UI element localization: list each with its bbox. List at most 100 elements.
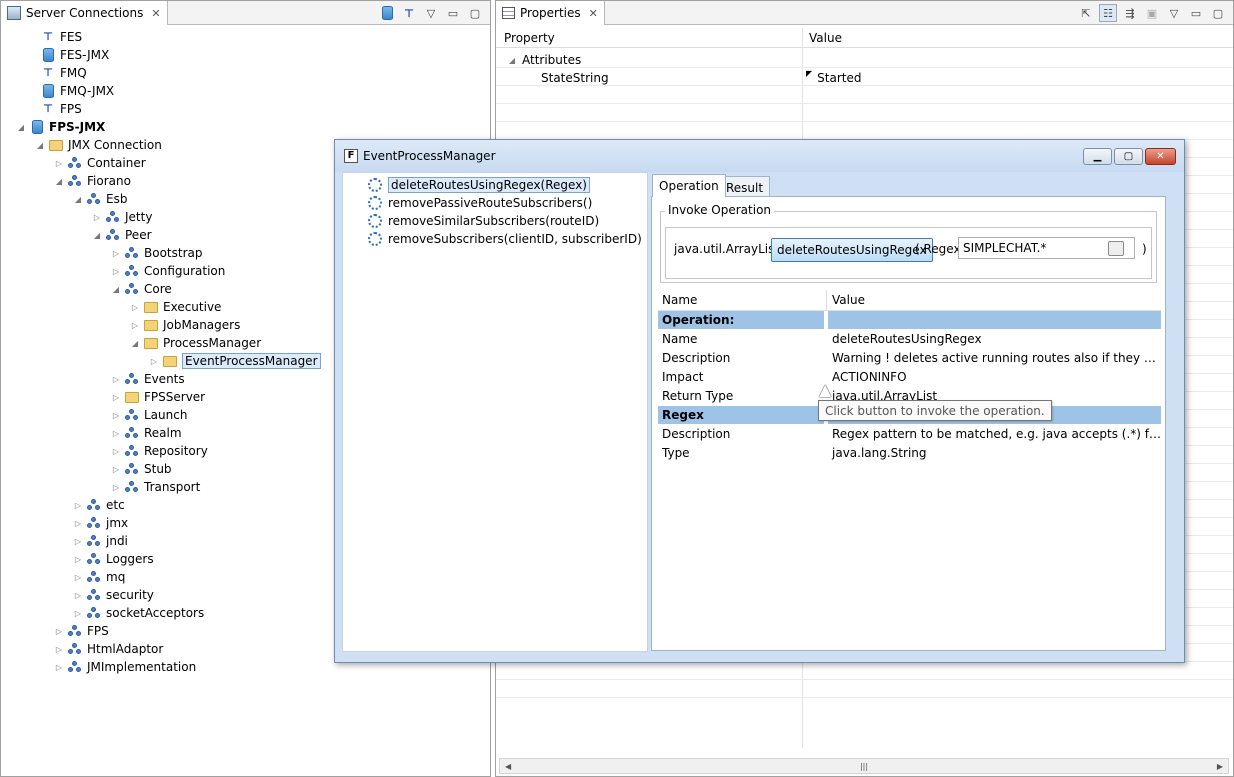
tree-item[interactable]: ▷ Events <box>110 370 185 388</box>
tree-item[interactable]: FES-JMX <box>26 46 109 64</box>
tree-item[interactable]: ▷ HtmlAdaptor <box>53 640 163 658</box>
tree-item[interactable]: ▷ Repository <box>110 442 208 460</box>
show-advanced-icon[interactable]: ⇶ <box>1121 4 1139 22</box>
collapsed-arrow-icon[interactable]: ▷ <box>72 537 84 546</box>
tree-item[interactable]: ◢ Fiorano <box>53 172 131 190</box>
minimize-button[interactable]: ▁ <box>1083 148 1112 165</box>
tree-item[interactable]: ▷ Transport <box>110 478 200 496</box>
restore-default-icon[interactable]: ▣ <box>1143 4 1161 22</box>
collapsed-arrow-icon[interactable]: ▷ <box>53 663 65 672</box>
collapsed-arrow-icon[interactable]: ▷ <box>110 465 122 474</box>
tree-item[interactable]: ◢ ProcessManager <box>129 334 261 352</box>
operation-item[interactable]: removePassiveRouteSubscribers() <box>368 194 592 211</box>
show-categories-icon[interactable]: ☷ <box>1099 4 1117 22</box>
column-header-value[interactable]: Value <box>832 293 865 307</box>
edit-value-button[interactable] <box>1108 241 1124 256</box>
expanded-arrow-icon[interactable]: ◢ <box>53 177 65 186</box>
collapsed-arrow-icon[interactable]: ▷ <box>110 249 122 258</box>
column-header-property[interactable]: Property <box>504 31 555 45</box>
info-row[interactable]: Name deleteRoutesUsingRegex <box>658 330 1161 349</box>
close-button[interactable]: ✕ <box>1145 148 1176 165</box>
tree-item[interactable]: ▷ FPSServer <box>110 388 205 406</box>
collapsed-arrow-icon[interactable]: ▷ <box>72 501 84 510</box>
minimize-icon[interactable]: ▭ <box>444 4 462 22</box>
expanded-arrow-icon[interactable]: ◢ <box>91 231 103 240</box>
tree-item[interactable]: ▷ Realm <box>110 424 182 442</box>
regex-input[interactable]: SIMPLECHAT.* <box>958 237 1135 259</box>
operation-item[interactable]: deleteRoutesUsingRegex(Regex) <box>368 176 590 193</box>
collapsed-arrow-icon[interactable]: ▷ <box>110 375 122 384</box>
tree-item[interactable]: ▷ mq <box>72 568 125 586</box>
expanded-arrow-icon[interactable]: ◢ <box>129 339 141 348</box>
tree-item[interactable]: ▷ socketAcceptors <box>72 604 204 622</box>
database-icon[interactable] <box>378 4 396 22</box>
dialog-titlebar[interactable]: F EventProcessManager ▁ ▢ ✕ <box>335 140 1184 172</box>
collapsed-arrow-icon[interactable]: ▷ <box>110 267 122 276</box>
tree-item[interactable]: ◢ FPS-JMX <box>15 118 105 136</box>
collapsed-arrow-icon[interactable]: ▷ <box>110 483 122 492</box>
collapsed-arrow-icon[interactable]: ▷ <box>110 393 122 402</box>
view-menu-icon[interactable]: ▽ <box>1165 4 1183 22</box>
collapsed-arrow-icon[interactable]: ▷ <box>72 609 84 618</box>
info-section-row[interactable]: Operation: <box>658 311 1161 330</box>
tab-operation[interactable]: Operation <box>652 174 726 197</box>
maximize-icon[interactable]: ▢ <box>466 4 484 22</box>
expanded-arrow-icon[interactable]: ◢ <box>34 141 46 150</box>
tree-item[interactable]: ◢ Esb <box>72 190 128 208</box>
tree-item[interactable]: ▷ JobManagers <box>129 316 240 334</box>
tab-result[interactable]: Result <box>719 176 771 198</box>
pin-icon[interactable]: ⇱ <box>1077 4 1095 22</box>
maximize-button[interactable]: ▢ <box>1114 148 1143 165</box>
collapsed-arrow-icon[interactable]: ▷ <box>72 591 84 600</box>
expanded-arrow-icon[interactable]: ◢ <box>110 285 122 294</box>
invoke-operation-button[interactable]: deleteRoutesUsingRegex <box>771 238 933 262</box>
connection-icon[interactable]: ⊤ <box>400 4 418 22</box>
tree-item[interactable]: ▷ Launch <box>110 406 188 424</box>
collapsed-arrow-icon[interactable]: ▷ <box>53 627 65 636</box>
minimize-icon[interactable]: ▭ <box>1187 4 1205 22</box>
info-row[interactable]: Impact ACTIONINFO <box>658 368 1161 387</box>
collapsed-arrow-icon[interactable]: ▷ <box>91 213 103 222</box>
scroll-thumb-grip-icon[interactable]: ||| <box>860 762 868 771</box>
column-header-value[interactable]: Value <box>809 31 842 45</box>
tree-item[interactable]: ⊤ FMQ <box>26 64 87 82</box>
collapsed-arrow-icon[interactable]: ▷ <box>53 645 65 654</box>
tree-item[interactable]: ▷ etc <box>72 496 125 514</box>
tree-item[interactable]: ▷ security <box>72 586 154 604</box>
tree-item[interactable]: ▷ Stub <box>110 460 172 478</box>
collapsed-arrow-icon[interactable]: ▷ <box>129 303 141 312</box>
tree-item[interactable]: ▷ Bootstrap <box>110 244 203 262</box>
collapsed-arrow-icon[interactable]: ▷ <box>129 321 141 330</box>
tree-item[interactable]: ▷ Configuration <box>110 262 225 280</box>
collapsed-arrow-icon[interactable]: ▷ <box>110 411 122 420</box>
collapsed-arrow-icon[interactable]: ▷ <box>110 447 122 456</box>
expanded-arrow-icon[interactable]: ◢ <box>15 123 27 132</box>
tree-item[interactable]: ◢ Core <box>110 280 172 298</box>
collapsed-arrow-icon[interactable]: ▷ <box>110 429 122 438</box>
view-menu-icon[interactable]: ▽ <box>422 4 440 22</box>
expanded-arrow-icon[interactable]: ◢ <box>506 56 518 65</box>
collapsed-arrow-icon[interactable]: ▷ <box>72 519 84 528</box>
info-row[interactable]: Description Warning ! deletes active runn… <box>658 349 1161 368</box>
tree-item[interactable]: ▷ FPS <box>53 622 109 640</box>
tree-item[interactable]: ▷ Loggers <box>72 550 154 568</box>
tree-item[interactable]: ◢ Peer <box>91 226 152 244</box>
tab-server-connections[interactable]: Server Connections ✕ <box>1 1 168 25</box>
tree-item[interactable]: ⊤ FES <box>26 28 82 46</box>
scroll-right-icon[interactable]: ▶ <box>1217 762 1223 771</box>
tree-item[interactable]: ▷ Jetty <box>91 208 153 226</box>
tree-item[interactable]: ◢ JMX Connection <box>34 136 162 154</box>
maximize-icon[interactable]: ▢ <box>1209 4 1227 22</box>
collapsed-arrow-icon[interactable]: ▷ <box>53 159 65 168</box>
tab-properties[interactable]: Properties ✕ <box>496 1 605 25</box>
tree-item[interactable]: ▷ jndi <box>72 532 128 550</box>
scroll-left-icon[interactable]: ◀ <box>505 762 511 771</box>
info-row[interactable]: Type java.lang.String <box>658 444 1161 463</box>
tree-item[interactable]: ▷ EventProcessManager <box>148 352 321 370</box>
column-header-name[interactable]: Name <box>662 293 697 307</box>
close-icon[interactable]: ✕ <box>589 7 598 20</box>
tree-item[interactable]: FMQ-JMX <box>26 82 114 100</box>
collapsed-arrow-icon[interactable]: ▷ <box>72 555 84 564</box>
expanded-arrow-icon[interactable]: ◢ <box>72 195 84 204</box>
tree-item[interactable]: ▷ Container <box>53 154 146 172</box>
